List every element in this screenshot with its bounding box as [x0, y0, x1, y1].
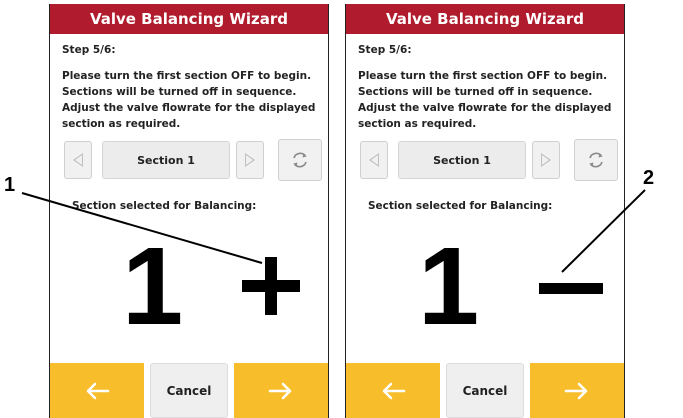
bottom-button-bar: Cancel [50, 363, 328, 418]
section-number-display: 1 [122, 225, 184, 348]
step-indicator: Step 5/6: [358, 44, 412, 56]
chevron-right-icon [245, 153, 255, 167]
instruction-line: Adjust the valve flowrate for the displa… [62, 102, 316, 114]
instructions: Please turn the first section OFF to beg… [358, 68, 614, 132]
next-section-button[interactable] [236, 141, 264, 179]
step-indicator: Step 5/6: [62, 44, 116, 56]
previous-section-button[interactable] [64, 141, 92, 179]
selected-section-label: Section selected for Balancing: [72, 200, 257, 212]
title-bar: Valve Balancing Wizard [50, 4, 328, 34]
wizard-screen-right: Valve Balancing Wizard Step 5/6: Please … [345, 4, 625, 418]
section-selector: Section 1 [64, 139, 322, 181]
bottom-button-bar: Cancel [346, 363, 624, 418]
cancel-button[interactable]: Cancel [446, 363, 524, 418]
section-number-display: 1 [418, 225, 480, 348]
refresh-button[interactable] [278, 139, 322, 181]
previous-section-button[interactable] [360, 141, 388, 179]
chevron-left-icon [73, 153, 83, 167]
wizard-title: Valve Balancing Wizard [385, 10, 585, 28]
cancel-button[interactable]: Cancel [150, 363, 228, 418]
chevron-left-icon [369, 153, 379, 167]
next-button[interactable] [530, 363, 624, 418]
section-label: Section 1 [398, 141, 526, 179]
callout-number-1: 1 [4, 174, 16, 196]
back-button[interactable] [346, 363, 440, 418]
instruction-line: Please turn the first section OFF to beg… [358, 70, 608, 82]
title-bar: Valve Balancing Wizard [346, 4, 624, 34]
chevron-right-icon [541, 153, 551, 167]
wizard-screen-left: Valve Balancing Wizard Step 5/6: Please … [49, 4, 329, 418]
arrow-left-icon [382, 382, 406, 399]
next-button[interactable] [234, 363, 328, 418]
selected-section-label: Section selected for Balancing: [368, 200, 553, 212]
instruction-line: Adjust the valve flowrate for the displa… [358, 102, 612, 114]
plus-icon-vertical [265, 257, 277, 315]
instruction-line: section as required. [62, 118, 181, 130]
refresh-icon [293, 152, 307, 168]
section-selector: Section 1 [360, 139, 618, 181]
instruction-line: section as required. [358, 118, 477, 130]
callout-number-2: 2 [643, 167, 655, 189]
refresh-button[interactable] [574, 139, 618, 181]
next-section-button[interactable] [532, 141, 560, 179]
arrow-left-icon [86, 382, 110, 399]
instructions: Please turn the first section OFF to beg… [62, 68, 318, 132]
instruction-line: Please turn the first section OFF to beg… [62, 70, 312, 82]
arrow-right-icon [268, 382, 292, 399]
instruction-line: Sections will be turned off in sequence. [62, 86, 297, 98]
back-button[interactable] [50, 363, 144, 418]
arrow-right-icon [564, 382, 588, 399]
section-label: Section 1 [102, 141, 230, 179]
instruction-line: Sections will be turned off in sequence. [358, 86, 593, 98]
wizard-title: Valve Balancing Wizard [89, 10, 289, 28]
minus-icon [539, 283, 603, 294]
refresh-icon [589, 152, 603, 168]
